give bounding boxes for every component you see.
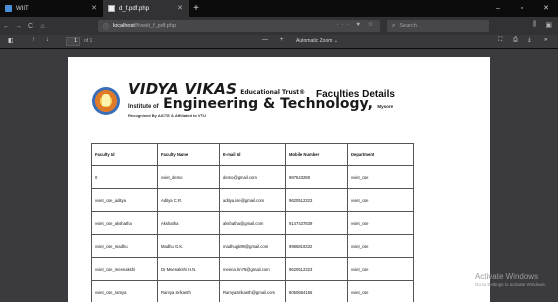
url-text: localhost/f/vwiit_f_pdf.php [113,23,177,29]
table-cell: meena.hn76@gmail.com [219,257,286,281]
next-page-icon[interactable]: ↓ [46,37,49,43]
library-icon[interactable]: ⫼ [533,21,536,29]
table-cell: 8050684166 [285,280,348,302]
zoom-in-button[interactable]: + [280,37,284,43]
search-bar[interactable]: ⌕ Search [387,20,489,32]
table-cell: 9147437839 [285,211,348,235]
maximize-button[interactable]: ▫ [510,0,534,17]
tools-icon[interactable]: » [544,37,547,43]
minimize-button[interactable]: – [486,0,510,17]
table-cell: vviet_cse_madhu [91,234,158,258]
nav-bar: ← → C ⌂ ⓘ localhost/f/vwiit_f_pdf.php ··… [0,17,558,35]
close-tab-icon[interactable]: ✕ [177,4,183,12]
previous-page-icon[interactable]: ↑ [32,37,35,43]
activate-windows-watermark: Activate Windows Go to Settings to activ… [474,272,546,287]
table-cell: 9986819332 [285,234,348,258]
zoom-out-button[interactable]: — [262,37,268,43]
tab-label: WIIT [16,5,29,12]
sidebar-icon[interactable]: ▣ [545,21,552,29]
column-header: Department [347,143,414,166]
print-icon[interactable]: ⎙ [513,37,518,44]
table-cell: vviet_cse [347,234,414,258]
search-placeholder: Search [399,23,417,29]
table-row: 0 vviet_demo demo@gmail.com 987543288 vv… [91,165,414,189]
table-cell: 0 [91,165,158,189]
table-row: vviet_cse_madhu Madhu G.K. madhugk99@gma… [91,234,414,258]
back-button[interactable]: ← [1,23,12,30]
bookmark-star-icon[interactable]: ☆ [368,22,376,28]
close-tab-icon[interactable]: ✕ [91,4,97,12]
pdf-viewer[interactable]: VIDYA VIKAS Educational Trust® Institute … [0,49,558,302]
table-cell: vviet_cse [347,211,414,235]
presentation-mode-icon[interactable]: ⛶ [498,37,502,44]
search-icon: ⌕ [392,22,396,29]
table-cell: 9620512323 [285,188,348,212]
toolbar-right: ⫼ ▣ [524,21,552,29]
page-number-input[interactable]: 1 [66,37,80,46]
url-bar[interactable]: ⓘ localhost/f/vwiit_f_pdf.php ··· ♥ ☆ [98,20,380,32]
reload-button[interactable]: C [25,23,36,30]
table-cell: RamyaSrikanth@gmail.com [219,280,286,302]
table-cell: aditya.ise@gmail.com [219,188,286,212]
table-cell: Akshatha [157,211,220,235]
table-cell: vviet_cse [347,280,414,302]
window-controls: – ▫ ✕ [486,0,558,17]
page-icon [108,5,115,12]
table-cell: vviet_cse_meenakshi [91,257,158,281]
table-cell: vviet_cse_aditya [91,188,158,212]
sidebar-toggle-icon[interactable]: ◧ [8,37,14,44]
column-header: Faculty Id [91,143,158,166]
table-cell: vviet_demo [157,165,220,189]
table-cell: vviet_cse [347,188,414,212]
table-cell: vviet_cse [347,165,414,189]
site-icon [5,5,12,12]
tab-label: d_f.pdf.php [119,5,150,12]
more-actions-icon[interactable]: ··· [337,22,352,28]
column-header: Mobile Number [285,143,348,166]
table-cell: Madhu G.K. [157,234,220,258]
close-window-button[interactable]: ✕ [534,0,558,17]
pdf-page: VIDYA VIKAS Educational Trust® Institute … [68,57,490,302]
tab-pdf[interactable]: d_f.pdf.php ✕ [103,0,189,17]
zoom-select[interactable]: Automatic Zoom ⌄ [296,38,338,44]
table-header-row: Faculty Id Faculty Name E-mail Id Mobile… [91,143,414,166]
table-cell: Ramya Srikanth [157,280,220,302]
brand-recognition: Recognised By AICTE & Affiliated to VTU [128,113,206,118]
new-tab-button[interactable]: + [189,0,203,17]
table-cell: akshatha@gmail.com [219,211,286,235]
info-icon[interactable]: ⓘ [103,22,109,31]
page-title: Faculties Details [316,89,395,100]
table-row: vviet_cse_aditya Aditya C.R. aditya.ise@… [91,188,414,212]
table-row: vviet_cse_ramya Ramya Srikanth RamyaSrik… [91,280,414,302]
institute-logo [92,87,120,115]
tab-strip: WIIT ✕ d_f.pdf.php ✕ + – ▫ ✕ [0,0,558,17]
table-cell: vviet_cse [347,257,414,281]
page-count: of 1 [84,38,93,44]
page-actions: ··· ♥ ☆ [337,21,376,28]
faculty-table: Faculty Id Faculty Name E-mail Id Mobile… [91,143,414,302]
tab-wiit[interactable]: WIIT ✕ [0,0,103,17]
pocket-icon[interactable]: ♥ [356,22,363,28]
table-cell: madhugk99@gmail.com [219,234,286,258]
table-cell: vviet_cse_akshatha [91,211,158,235]
table-cell: demo@gmail.com [219,165,286,189]
table-cell: Aditya C.R. [157,188,220,212]
pdf-toolbar: ◧ ↑ ↓ 1 of 1 — + Automatic Zoom ⌄ ⛶ ⎙ ⤓ … [0,35,558,49]
table-cell: 9620512323 [285,257,348,281]
table-cell: vviet_cse_ramya [91,280,158,302]
forward-button[interactable]: → [13,23,24,30]
home-button[interactable]: ⌂ [37,23,48,30]
table-row: vviet_cse_meenakshi Dr Meenakshi H.N. me… [91,257,414,281]
column-header: Faculty Name [157,143,220,166]
table-cell: Dr Meenakshi H.N. [157,257,220,281]
table-cell: 987543288 [285,165,348,189]
table-row: vviet_cse_akshatha Akshatha akshatha@gma… [91,211,414,235]
column-header: E-mail Id [219,143,286,166]
download-icon[interactable]: ⤓ [528,37,531,44]
